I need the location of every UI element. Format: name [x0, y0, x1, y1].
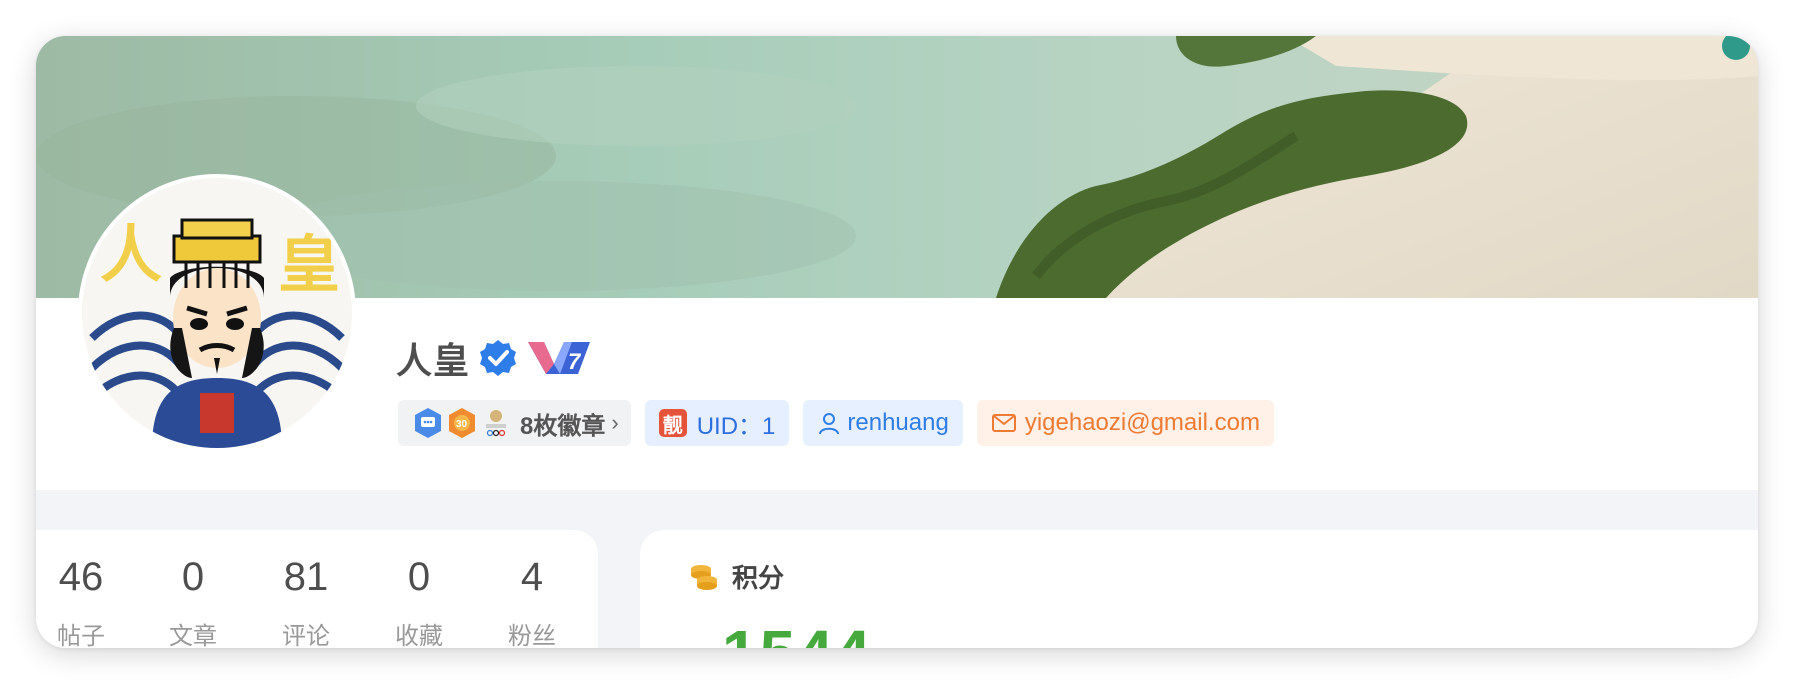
stat-posts[interactable]: 46 帖子: [36, 530, 126, 648]
username-chip[interactable]: renhuang: [803, 400, 963, 446]
stat-articles[interactable]: 0 文章: [148, 530, 238, 648]
verified-check-icon: [480, 340, 517, 376]
liang-badge: 靓: [658, 409, 687, 437]
chevron-right-icon: ›: [611, 410, 619, 435]
coins-icon: [691, 564, 717, 590]
chat-medal-icon: [415, 408, 441, 438]
stat-value: 0: [407, 555, 431, 599]
user-name-row: 人皇 7: [396, 336, 594, 381]
stat-value: 4: [520, 555, 544, 599]
stat-favorites[interactable]: 0 收藏: [374, 530, 464, 648]
vip-level-number: 7: [568, 349, 582, 374]
stat-label: 文章: [169, 623, 217, 648]
badges-count: 8枚徽章: [520, 412, 606, 440]
stat-label: 评论: [282, 623, 330, 648]
uid-label: UID：1: [696, 412, 776, 440]
badges-button[interactable]: 30 8枚徽章 ›: [398, 400, 631, 446]
stat-value: 46: [58, 555, 104, 599]
profile-window: 人 皇 人皇 7 30 8枚徽章 › 靓 UID：1 renhuang yige…: [36, 36, 1758, 648]
stat-label: 收藏: [395, 623, 443, 648]
mail-icon: [991, 414, 1016, 432]
user-name: 人皇: [396, 340, 471, 381]
points-title: 积分: [732, 563, 785, 593]
username-label: renhuang: [847, 409, 949, 436]
svg-text:人: 人: [100, 218, 162, 291]
30-days-medal-icon: 30: [449, 408, 475, 438]
stat-label: 帖子: [57, 623, 105, 648]
svg-text:皇: 皇: [278, 228, 340, 301]
olympic-medal-icon: [486, 410, 506, 437]
stat-comments[interactable]: 81 评论: [261, 530, 351, 648]
email-chip[interactable]: yigehaozi@gmail.com: [976, 400, 1274, 446]
stat-followers[interactable]: 4 粉丝: [487, 530, 577, 648]
email-label: yigehaozi@gmail.com: [1024, 409, 1260, 436]
svg-text:30: 30: [456, 419, 468, 430]
profile-chips: 30 8枚徽章 › 靓 UID：1 renhuang yigehaozi@gma…: [398, 400, 1274, 446]
uid-chip[interactable]: 靓 UID：1: [644, 400, 790, 446]
points-card: 积分 1544: [640, 530, 1758, 648]
avatar[interactable]: 人 皇: [78, 174, 356, 452]
stats-card: 46 帖子 0 文章 81 评论 0 收藏 4 粉丝: [36, 530, 598, 648]
stat-label: 粉丝: [508, 623, 556, 648]
points-value: 1544: [722, 616, 872, 648]
user-outline-icon: [819, 413, 840, 435]
points-header: 积分: [688, 558, 784, 595]
stat-value: 0: [181, 555, 205, 599]
stat-value: 81: [283, 555, 329, 599]
vip-level-icon[interactable]: 7: [524, 338, 594, 378]
